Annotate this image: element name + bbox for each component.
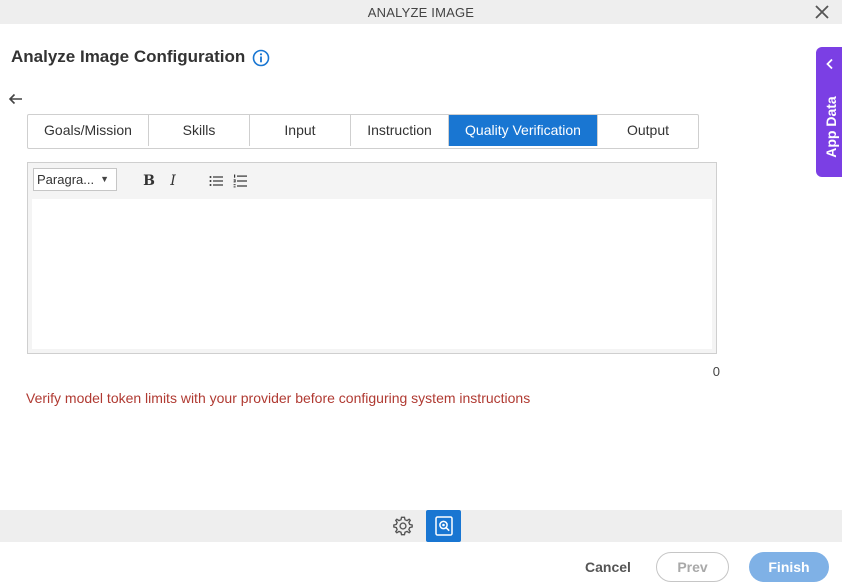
chevron-left-icon: [826, 58, 833, 70]
close-icon[interactable]: [812, 2, 832, 22]
title-bar: ANALYZE IMAGE: [0, 0, 842, 24]
editor-content-area[interactable]: [32, 199, 712, 349]
cancel-button[interactable]: Cancel: [585, 559, 631, 575]
window-title: ANALYZE IMAGE: [367, 5, 475, 20]
italic-button[interactable]: I: [164, 172, 182, 190]
character-count: 0: [712, 364, 720, 379]
gear-icon[interactable]: [392, 515, 414, 537]
token-limit-warning: Verify model token limits with your prov…: [26, 390, 531, 406]
info-icon[interactable]: [252, 49, 270, 67]
bottom-toolbar: [0, 510, 842, 542]
bullet-list-icon[interactable]: [207, 172, 225, 190]
prev-button[interactable]: Prev: [656, 552, 729, 582]
paragraph-format-select[interactable]: Paragra... ▼: [33, 168, 117, 191]
bold-button[interactable]: B: [140, 172, 158, 190]
app-data-label: App Data: [823, 96, 839, 158]
rich-text-editor: Paragra... ▼ B I: [27, 162, 717, 354]
dropdown-caret-icon: ▼: [100, 174, 109, 184]
tab-quality-verification[interactable]: Quality Verification: [449, 115, 598, 146]
back-arrow-icon[interactable]: [7, 90, 25, 108]
page-title: Analyze Image Configuration: [11, 47, 246, 66]
paragraph-format-value: Paragra...: [37, 172, 95, 187]
tab-strip: Goals/Mission Skills Input Instruction Q…: [27, 114, 699, 149]
image-search-button[interactable]: [426, 510, 461, 542]
finish-button[interactable]: Finish: [749, 552, 829, 582]
tab-goals-mission[interactable]: Goals/Mission: [28, 115, 149, 146]
numbered-list-icon[interactable]: [231, 172, 249, 190]
tab-instruction[interactable]: Instruction: [351, 115, 449, 146]
tab-output[interactable]: Output: [598, 115, 698, 146]
editor-toolbar: Paragra... ▼ B I: [30, 165, 714, 197]
app-data-panel-toggle[interactable]: App Data: [816, 47, 842, 177]
tab-skills[interactable]: Skills: [149, 115, 250, 146]
tab-input[interactable]: Input: [250, 115, 351, 146]
image-search-icon: [434, 516, 453, 536]
